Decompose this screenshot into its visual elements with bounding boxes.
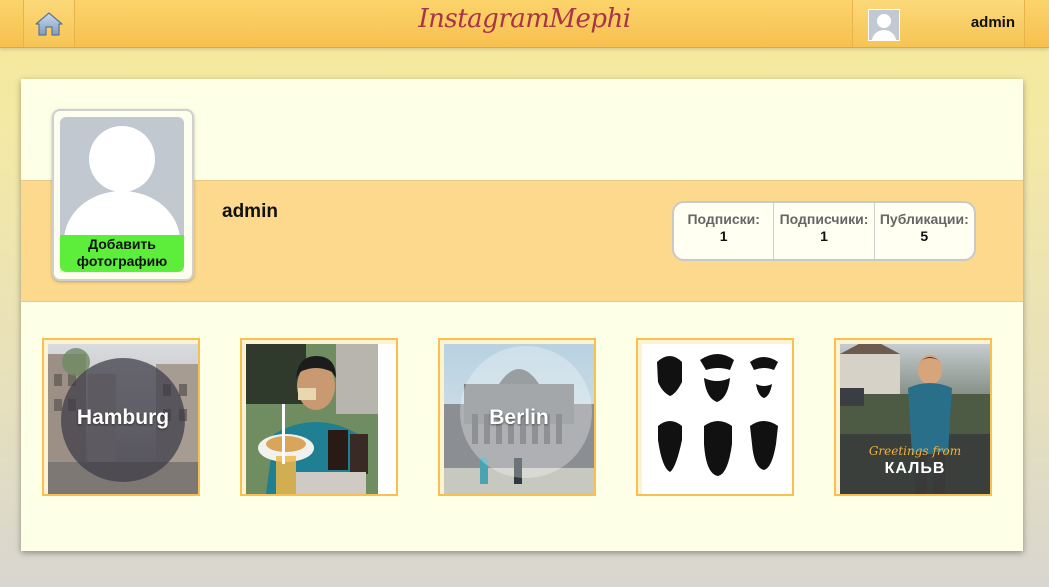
home-button[interactable] xyxy=(23,0,75,47)
user-avatar-icon xyxy=(868,9,900,41)
user-silhouette-icon xyxy=(64,126,180,235)
profile-card: Добавить фотографию admin Подписки: 1 По… xyxy=(21,79,1023,551)
profile-avatar[interactable] xyxy=(60,117,184,235)
stat-value: 5 xyxy=(920,228,929,244)
home-icon xyxy=(35,11,63,36)
post-thumbnail[interactable] xyxy=(636,338,794,496)
post-thumbnail[interactable]: Hamburg xyxy=(42,338,200,496)
post-image xyxy=(246,344,396,494)
stat-label: Подписчики: xyxy=(779,211,869,227)
stat-followers[interactable]: Подписчики: 1 xyxy=(774,203,875,259)
post-image: Berlin xyxy=(444,344,594,494)
post-overlay-title: КАЛЬВ xyxy=(884,460,946,477)
stat-value: 1 xyxy=(820,228,828,244)
post-image: Hamburg xyxy=(48,344,198,494)
stat-posts[interactable]: Публикации: 5 xyxy=(875,203,974,259)
profile-avatar-frame: Добавить фотографию xyxy=(52,109,194,281)
stat-following[interactable]: Подписки: 1 xyxy=(674,203,775,259)
profile-stats: Подписки: 1 Подписчики: 1 Публикации: 5 xyxy=(672,201,976,261)
top-navigation-bar: InstagramMephi admin xyxy=(0,0,1049,48)
profile-username: admin xyxy=(222,201,278,222)
post-image xyxy=(642,344,792,494)
post-overlay-script: Greetings from xyxy=(868,444,962,458)
add-photo-button[interactable]: Добавить фотографию xyxy=(60,235,184,272)
app-logo[interactable]: InstagramMephi xyxy=(418,4,631,34)
post-thumbnail[interactable]: Greetings from КАЛЬВ xyxy=(834,338,992,496)
post-overlay-text: Hamburg xyxy=(76,406,170,429)
post-overlay-text: Berlin xyxy=(489,406,549,429)
stat-value: 1 xyxy=(719,228,728,244)
post-thumbnail[interactable]: Berlin xyxy=(438,338,596,496)
stat-label: Подписки: xyxy=(687,211,760,227)
header-username: admin xyxy=(970,14,1015,31)
post-thumbnail[interactable] xyxy=(240,338,398,496)
post-image: Greetings from КАЛЬВ xyxy=(840,344,990,494)
user-menu[interactable]: admin xyxy=(852,0,1025,47)
stat-label: Публикации: xyxy=(879,211,969,227)
